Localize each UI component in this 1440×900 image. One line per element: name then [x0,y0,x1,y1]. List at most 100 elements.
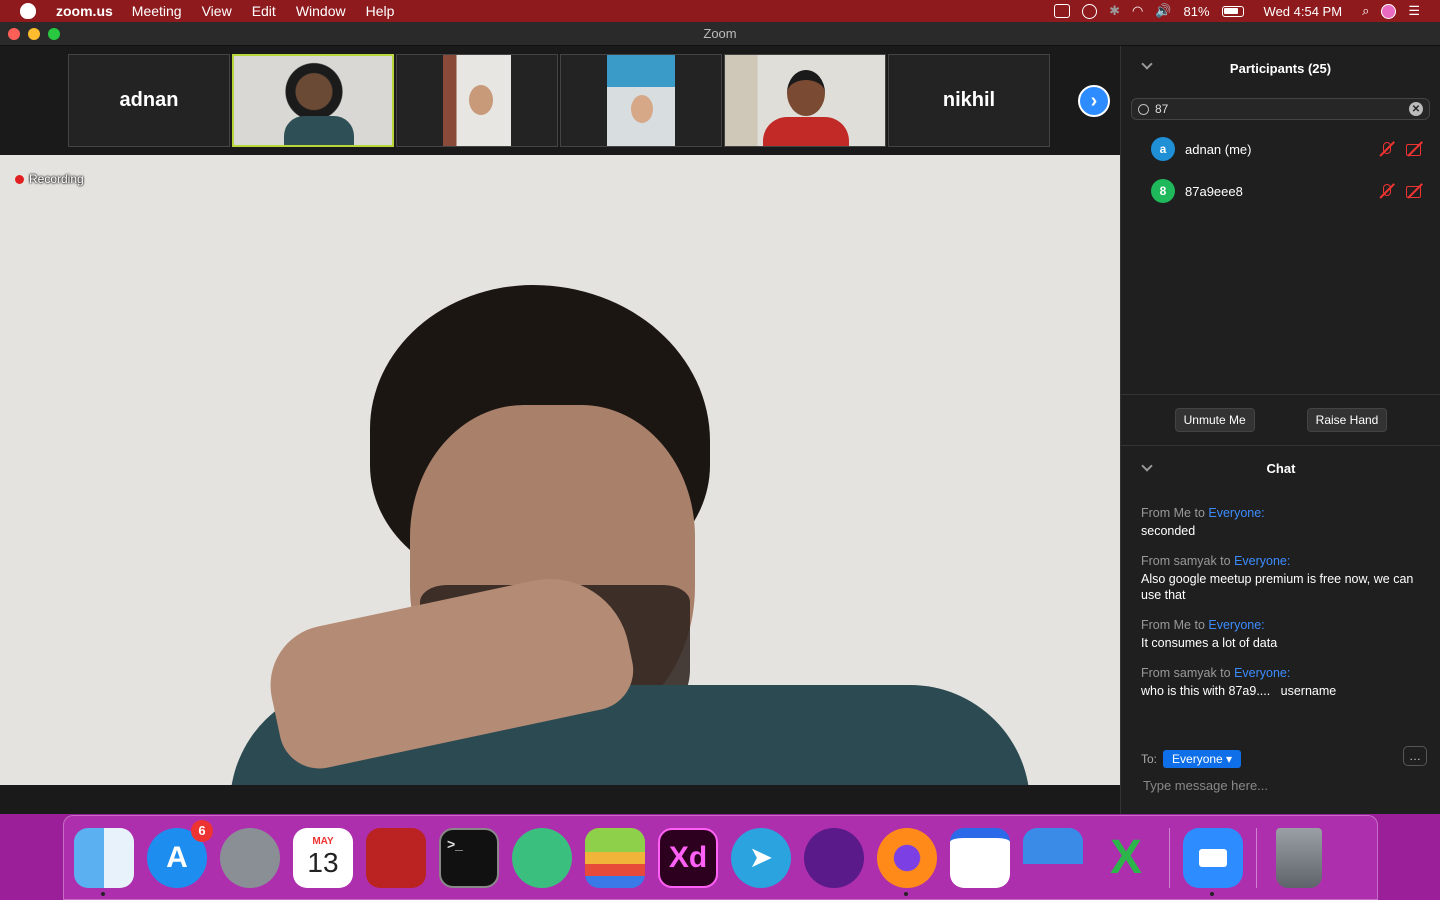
telegram-icon[interactable]: ➤ [731,827,791,888]
zoom-status-icon[interactable] [1054,4,1071,18]
zoom-window-button[interactable] [48,28,60,40]
podcast-icon[interactable] [804,827,864,888]
calendar-icon[interactable]: MAY 13 [293,827,353,888]
chat-input[interactable]: Type message here... [1143,778,1268,793]
participant-list: a adnan (me) 8 87a9eee8 [1121,128,1440,212]
app-menu[interactable]: zoom.us [50,3,122,19]
thumbnail-tile[interactable] [396,54,558,147]
notes-icon[interactable] [950,827,1010,888]
launchpad-icon[interactable] [220,827,280,888]
keynote-icon[interactable] [1023,827,1083,888]
chat-more-button[interactable]: … [1403,746,1427,766]
message-body: seconded [1141,524,1196,538]
participant-name: adnan [119,89,179,111]
thumbnail-tile[interactable] [232,54,394,147]
accessibility-icon[interactable] [1082,3,1098,19]
running-indicator [1210,891,1214,896]
running-indicator [101,891,105,896]
running-indicator [904,891,908,896]
thumbnail-tile[interactable]: adnan [68,54,230,147]
search-icon [1138,103,1149,115]
participant-row[interactable]: a adnan (me) [1121,128,1440,170]
mic-muted-icon [1378,141,1394,157]
wifi-icon[interactable]: ◠ [1132,3,1143,19]
participant-search-input[interactable] [1155,102,1409,116]
dock-separator [1169,827,1170,888]
participant-row[interactable]: 8 87a9eee8 [1121,170,1440,212]
collapse-chat-icon[interactable] [1141,460,1153,472]
trash-icon[interactable] [1276,827,1322,888]
recording-label: Recording [29,172,84,186]
clock[interactable]: Wed 4:54 PM [1264,4,1343,19]
zoom-icon[interactable] [1183,827,1243,896]
raise-hand-button[interactable]: Raise Hand [1306,408,1388,432]
bluetooth-icon[interactable]: ✱ [1109,3,1120,19]
notification-badge: 6 [191,819,213,842]
participant-shirt [763,117,849,146]
close-window-button[interactable] [8,28,20,40]
next-page-button[interactable]: › [1078,85,1110,117]
participant-name: adnan (me) [1185,141,1252,157]
meeting-area: adnan nikhil › Recording [0,46,1120,814]
window-title: Zoom [703,26,737,41]
chat-header: Chat [1121,448,1440,488]
recipient-dropdown[interactable]: Everyone ▾ [1163,750,1242,768]
adobe-xd-icon[interactable]: Xd [658,827,718,888]
photo-booth-icon[interactable] [366,827,426,888]
message-recipient: Everyone: [1234,554,1291,568]
menu-meeting[interactable]: Meeting [122,3,192,19]
terminal-icon[interactable]: >_ [439,827,499,888]
message-sender: From samyak to [1141,666,1235,680]
recipient-value: Everyone [1172,752,1223,766]
participant-shirt [284,116,354,145]
mic-muted-icon [1378,183,1394,199]
thumbnail-tile[interactable] [724,54,886,147]
thumbnail-tile[interactable] [560,54,722,147]
collapse-participants-icon[interactable] [1141,58,1153,70]
volume-icon[interactable]: 🔊 [1155,3,1171,19]
avatar: 8 [1151,179,1175,203]
participant-actions: Unmute Me Raise Hand [1121,394,1440,446]
message-recipient: Everyone: [1208,506,1265,520]
clear-search-icon[interactable]: ✕ [1409,102,1423,116]
message-body: Also google meetup premium is free now, … [1141,572,1414,602]
video-off-icon [1406,183,1422,199]
participant-name: nikhil [942,89,996,111]
chat-message: From Me to Everyone: It consumes a lot o… [1141,618,1426,651]
menu-window[interactable]: Window [286,3,356,19]
avatar: a [1151,137,1175,161]
finder-icon[interactable] [74,827,134,896]
dock-separator [1256,827,1257,888]
app-store-icon[interactable]: A6 [147,819,213,888]
bluestacks-icon[interactable] [585,827,645,888]
participant-search[interactable]: ✕ [1131,98,1430,120]
chat-title: Chat [1266,460,1296,476]
chat-recipient-row: To: Everyone ▾ [1141,750,1242,768]
message-body: who is this with 87a9.... username [1141,684,1337,698]
excel-icon[interactable]: X [1096,828,1156,888]
video-camera-icon [1199,848,1227,867]
menu-edit[interactable]: Edit [242,3,286,19]
chat-message: From samyak to Everyone: Also google mee… [1141,554,1426,603]
dock: A6 MAY 13 >_ Xd ➤ X [63,815,1378,900]
participant-face [631,95,653,123]
message-sender: From Me to [1141,618,1209,632]
atom-icon[interactable] [512,827,572,888]
battery-icon[interactable] [1221,5,1244,17]
menu-help[interactable]: Help [356,3,405,19]
unmute-me-button[interactable]: Unmute Me [1174,408,1255,432]
menu-bar: zoom.us Meeting View Edit Window Help ✱ … [0,0,1440,22]
spotlight-icon[interactable]: ⌕ [1362,3,1369,19]
menu-view[interactable]: View [192,3,242,19]
message-sender: From samyak to [1141,554,1235,568]
minimize-window-button[interactable] [28,28,40,40]
thumbnail-tile[interactable]: nikhil [888,54,1050,147]
video-off-icon [1406,141,1422,157]
participants-title: Participants (25) [1229,60,1332,76]
siri-icon[interactable] [1381,3,1397,19]
active-speaker-video: Recording [0,155,1120,785]
calendar-month: MAY [312,836,334,847]
apple-icon[interactable] [20,3,36,19]
notification-center-icon[interactable]: ☰ [1408,3,1420,19]
firefox-icon[interactable] [877,827,937,896]
